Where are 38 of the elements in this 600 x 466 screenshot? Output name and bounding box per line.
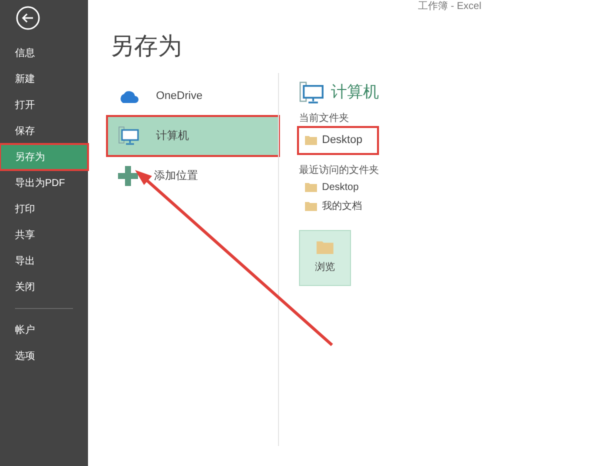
- folder-item[interactable]: Desktop: [299, 178, 379, 196]
- sidebar-item[interactable]: 信息: [0, 40, 88, 66]
- place-label: OneDrive: [156, 88, 202, 104]
- computer-icon: [118, 126, 140, 146]
- folder-label: Desktop: [322, 180, 359, 194]
- sidebar-item[interactable]: 关闭: [0, 274, 88, 300]
- sidebar-item[interactable]: 打开: [0, 92, 88, 118]
- sidebar-item[interactable]: 保存: [0, 118, 88, 144]
- sidebar-item[interactable]: 选项: [0, 343, 88, 369]
- sidebar-item[interactable]: 新建: [0, 66, 88, 92]
- sidebar-item[interactable]: 共享: [0, 222, 88, 248]
- panel-title: 计算机: [331, 82, 379, 103]
- sidebar-item[interactable]: 导出: [0, 248, 88, 274]
- place-item[interactable]: OneDrive: [108, 79, 278, 113]
- folder-icon: [305, 201, 317, 211]
- computer-icon: [299, 81, 325, 105]
- place-item[interactable]: 计算机: [108, 117, 278, 155]
- back-icon[interactable]: [16, 6, 40, 30]
- section-heading: 最近访问的文件夹: [299, 164, 379, 178]
- folder-item[interactable]: Desktop: [299, 128, 377, 152]
- folder-icon: [305, 135, 317, 146]
- place-label: 添加位置: [154, 168, 198, 184]
- plus-icon: [118, 166, 138, 186]
- window-title: 工作簿 - Excel: [417, 0, 482, 14]
- folder-icon: [316, 240, 334, 254]
- folder-icon: [305, 182, 317, 192]
- place-item[interactable]: 添加位置: [108, 159, 278, 193]
- sidebar-item[interactable]: 帐户: [0, 317, 88, 343]
- cloud-icon: [118, 89, 140, 103]
- sidebar-item[interactable]: 打印: [0, 196, 88, 222]
- page-title: 另存为: [109, 32, 183, 62]
- place-label: 计算机: [156, 128, 189, 144]
- sidebar-item[interactable]: 导出为PDF: [0, 170, 88, 196]
- folder-item[interactable]: 我的文档: [299, 196, 379, 216]
- folder-label: Desktop: [322, 133, 362, 148]
- folder-label: 我的文档: [322, 200, 362, 214]
- browse-button[interactable]: 浏览: [299, 230, 351, 286]
- section-heading: 当前文件夹: [299, 112, 350, 126]
